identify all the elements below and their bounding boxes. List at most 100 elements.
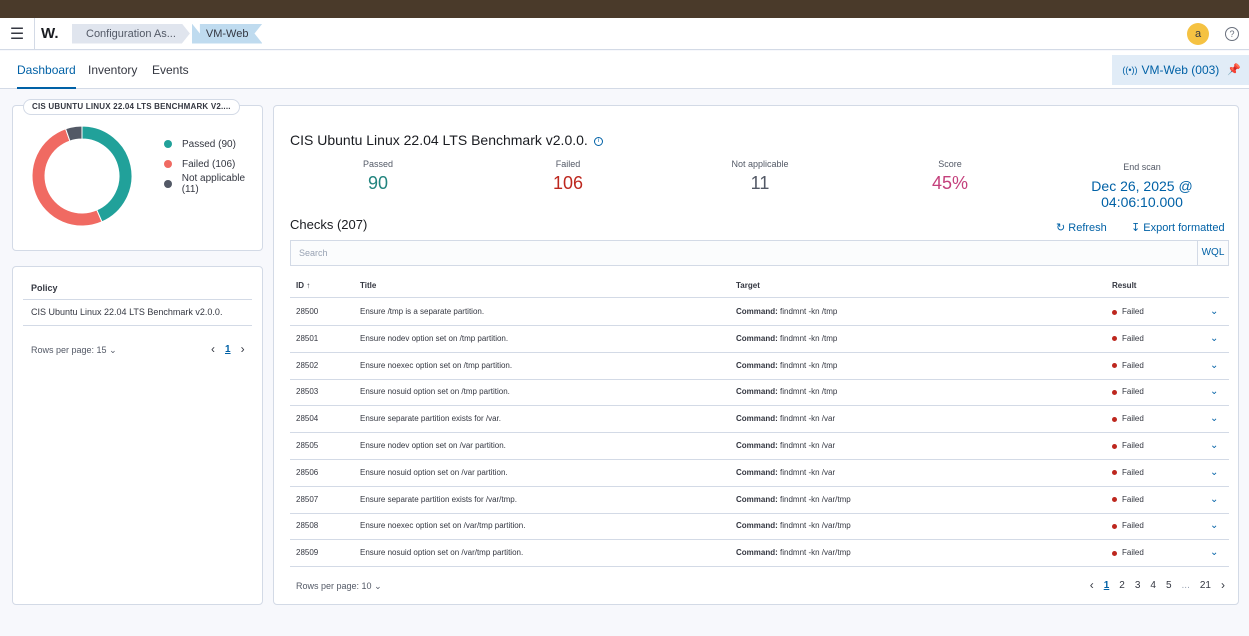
cell-target: Command: findmnt -kn /var (736, 433, 835, 459)
signal-icon: ((•)) (1122, 65, 1138, 75)
table-row[interactable]: 28502 Ensure noexec option set on /tmp pa… (290, 353, 1229, 380)
page-4-button[interactable]: 4 (1150, 580, 1156, 591)
target-command: findmnt -kn /var/tmp (780, 494, 851, 504)
target-prefix: Command: (736, 548, 778, 558)
column-header-title[interactable]: Title (360, 274, 376, 298)
hamburger-icon[interactable]: ☰ (0, 18, 34, 50)
column-header-id-label: ID (296, 281, 304, 290)
result-label: Failed (1122, 441, 1144, 450)
next-page-icon[interactable]: › (1221, 578, 1225, 592)
info-icon[interactable]: i (593, 136, 603, 146)
stat-score-value: 45% (931, 173, 969, 193)
expand-row-chevron-icon[interactable]: ⌄ (1210, 299, 1218, 325)
page-2-button[interactable]: 2 (1119, 580, 1125, 591)
pin-icon[interactable]: 📌 (1227, 55, 1241, 85)
cell-title: Ensure noexec option set on /tmp partiti… (360, 360, 513, 370)
table-row[interactable]: 28501 Ensure nodev option set on /tmp par… (290, 326, 1229, 353)
stat-failed-label: Failed (555, 159, 581, 169)
table-row[interactable]: 28508 Ensure noexec option set on /var/tm… (290, 513, 1229, 541)
column-header-result[interactable]: Result (1112, 274, 1136, 298)
breadcrumb-item-configuration[interactable]: Configuration As... (72, 24, 190, 44)
expand-row-chevron-icon[interactable]: ⌄ (1210, 460, 1218, 486)
expand-row-chevron-icon[interactable]: ⌄ (1210, 379, 1218, 405)
agent-selector-button[interactable]: ((•)) VM-Web (003) 📌 (1112, 55, 1249, 85)
wql-button[interactable]: WQL (1197, 241, 1228, 265)
column-header-id[interactable]: ID ↑ (296, 274, 310, 298)
table-row[interactable]: 28509 Ensure nosuid option set on /var/tm… (290, 540, 1229, 568)
expand-row-chevron-icon[interactable]: ⌄ (1210, 406, 1218, 432)
tab-events[interactable]: Events (152, 51, 189, 89)
target-prefix: Command: (736, 521, 778, 531)
stat-end-scan: End scan Dec 26, 2025 @ 04:06:10.000 (1054, 162, 1230, 210)
benchmark-panel: CIS Ubuntu Linux 22.04 LTS Benchmark v2.… (273, 105, 1239, 605)
checks-rows-per-page[interactable]: Rows per page: 10 ⌄ (296, 581, 382, 592)
page-3-button[interactable]: 3 (1135, 580, 1141, 591)
expand-row-chevron-icon[interactable]: ⌄ (1210, 433, 1218, 459)
table-row[interactable]: 28505 Ensure nodev option set on /var par… (290, 433, 1229, 460)
legend-item-failed[interactable]: Failed (106) (164, 154, 262, 174)
breadcrumb-item-agent[interactable]: VM-Web (192, 24, 263, 44)
donut-slice-failed[interactable] (31, 128, 103, 227)
sort-ascending-icon: ↑ (306, 281, 311, 290)
failed-status-icon (1112, 443, 1117, 449)
table-row[interactable]: 28507 Ensure separate partition exists fo… (290, 487, 1229, 514)
cell-target: Command: findmnt -kn /tmp (736, 326, 837, 352)
cell-id: 28503 (296, 387, 319, 397)
legend-item-passed[interactable]: Passed (90) (164, 134, 262, 154)
cell-target: Command: findmnt -kn /var (736, 460, 835, 486)
search-input[interactable]: Search WQL (290, 240, 1229, 266)
cell-result: Failed (1112, 513, 1144, 539)
donut-slice-passed[interactable] (81, 125, 133, 223)
compliance-donut-panel: CIS UBUNTU LINUX 22.04 LTS BENCHMARK V2.… (12, 99, 263, 251)
agent-selector-label: VM-Web (003) (1141, 63, 1220, 77)
expand-row-chevron-icon[interactable]: ⌄ (1210, 513, 1218, 539)
target-prefix: Command: (736, 333, 778, 343)
avatar[interactable]: a (1187, 22, 1209, 45)
refresh-button[interactable]: ↻ Refresh (1056, 221, 1107, 234)
page-1-button[interactable]: 1 (1104, 580, 1110, 591)
legend-item-not-applicable[interactable]: Not applicable (11) (164, 173, 262, 195)
export-icon: ↧ (1131, 222, 1141, 234)
expand-row-chevron-icon[interactable]: ⌄ (1210, 487, 1218, 513)
page-1-button[interactable]: 1 (225, 344, 231, 355)
app-logo[interactable]: W. (34, 17, 64, 50)
cell-target: Command: findmnt -kn /var (736, 406, 835, 432)
cell-result: Failed (1112, 379, 1144, 405)
divider (23, 325, 252, 326)
cell-title: Ensure nosuid option set on /tmp partiti… (360, 387, 510, 397)
prev-page-icon[interactable]: ‹ (211, 342, 215, 356)
policy-pagination: ‹ 1 › (206, 342, 250, 356)
export-formatted-button[interactable]: ↧ Export formatted (1131, 221, 1225, 234)
cell-target: Command: findmnt -kn /tmp (736, 353, 837, 379)
refresh-label: Refresh (1068, 222, 1107, 234)
policy-rows-per-page[interactable]: Rows per page: 15 ⌄ (31, 345, 117, 356)
result-label: Failed (1122, 333, 1144, 343)
prev-page-icon[interactable]: ‹ (1090, 578, 1094, 592)
result-label: Failed (1122, 467, 1144, 477)
column-header-target[interactable]: Target (736, 274, 760, 298)
policy-panel: Policy CIS Ubuntu Linux 22.04 LTS Benchm… (12, 266, 263, 605)
cell-title: Ensure nosuid option set on /var partiti… (360, 467, 508, 477)
tab-dashboard[interactable]: Dashboard (17, 51, 76, 89)
page-5-button[interactable]: 5 (1166, 580, 1172, 591)
table-row[interactable]: 28500 Ensure /tmp is a separate partition… (290, 299, 1229, 326)
expand-row-chevron-icon[interactable]: ⌄ (1210, 326, 1218, 352)
policy-column-header[interactable]: Policy (31, 283, 58, 293)
tab-inventory[interactable]: Inventory (88, 51, 137, 89)
table-row[interactable]: 28504 Ensure separate partition exists fo… (290, 406, 1229, 434)
expand-row-chevron-icon[interactable]: ⌄ (1210, 353, 1218, 379)
failed-dot-icon (164, 160, 172, 168)
refresh-icon: ↻ (1056, 222, 1066, 234)
stat-score: Score 45% (920, 159, 980, 194)
table-row[interactable]: 28503 Ensure nosuid option set on /tmp pa… (290, 379, 1229, 407)
cell-id: 28500 (296, 307, 319, 316)
failed-status-icon (1112, 416, 1117, 422)
cell-target: Command: findmnt -kn /var/tmp (736, 540, 851, 566)
expand-row-chevron-icon[interactable]: ⌄ (1210, 540, 1218, 566)
page-21-button[interactable]: 21 (1200, 580, 1211, 591)
help-icon[interactable]: ? (1225, 26, 1239, 41)
next-page-icon[interactable]: › (241, 342, 245, 356)
table-row[interactable]: 28506 Ensure nosuid option set on /var pa… (290, 460, 1229, 487)
policy-row[interactable]: CIS Ubuntu Linux 22.04 LTS Benchmark v2.… (31, 307, 222, 317)
target-prefix: Command: (736, 360, 778, 370)
